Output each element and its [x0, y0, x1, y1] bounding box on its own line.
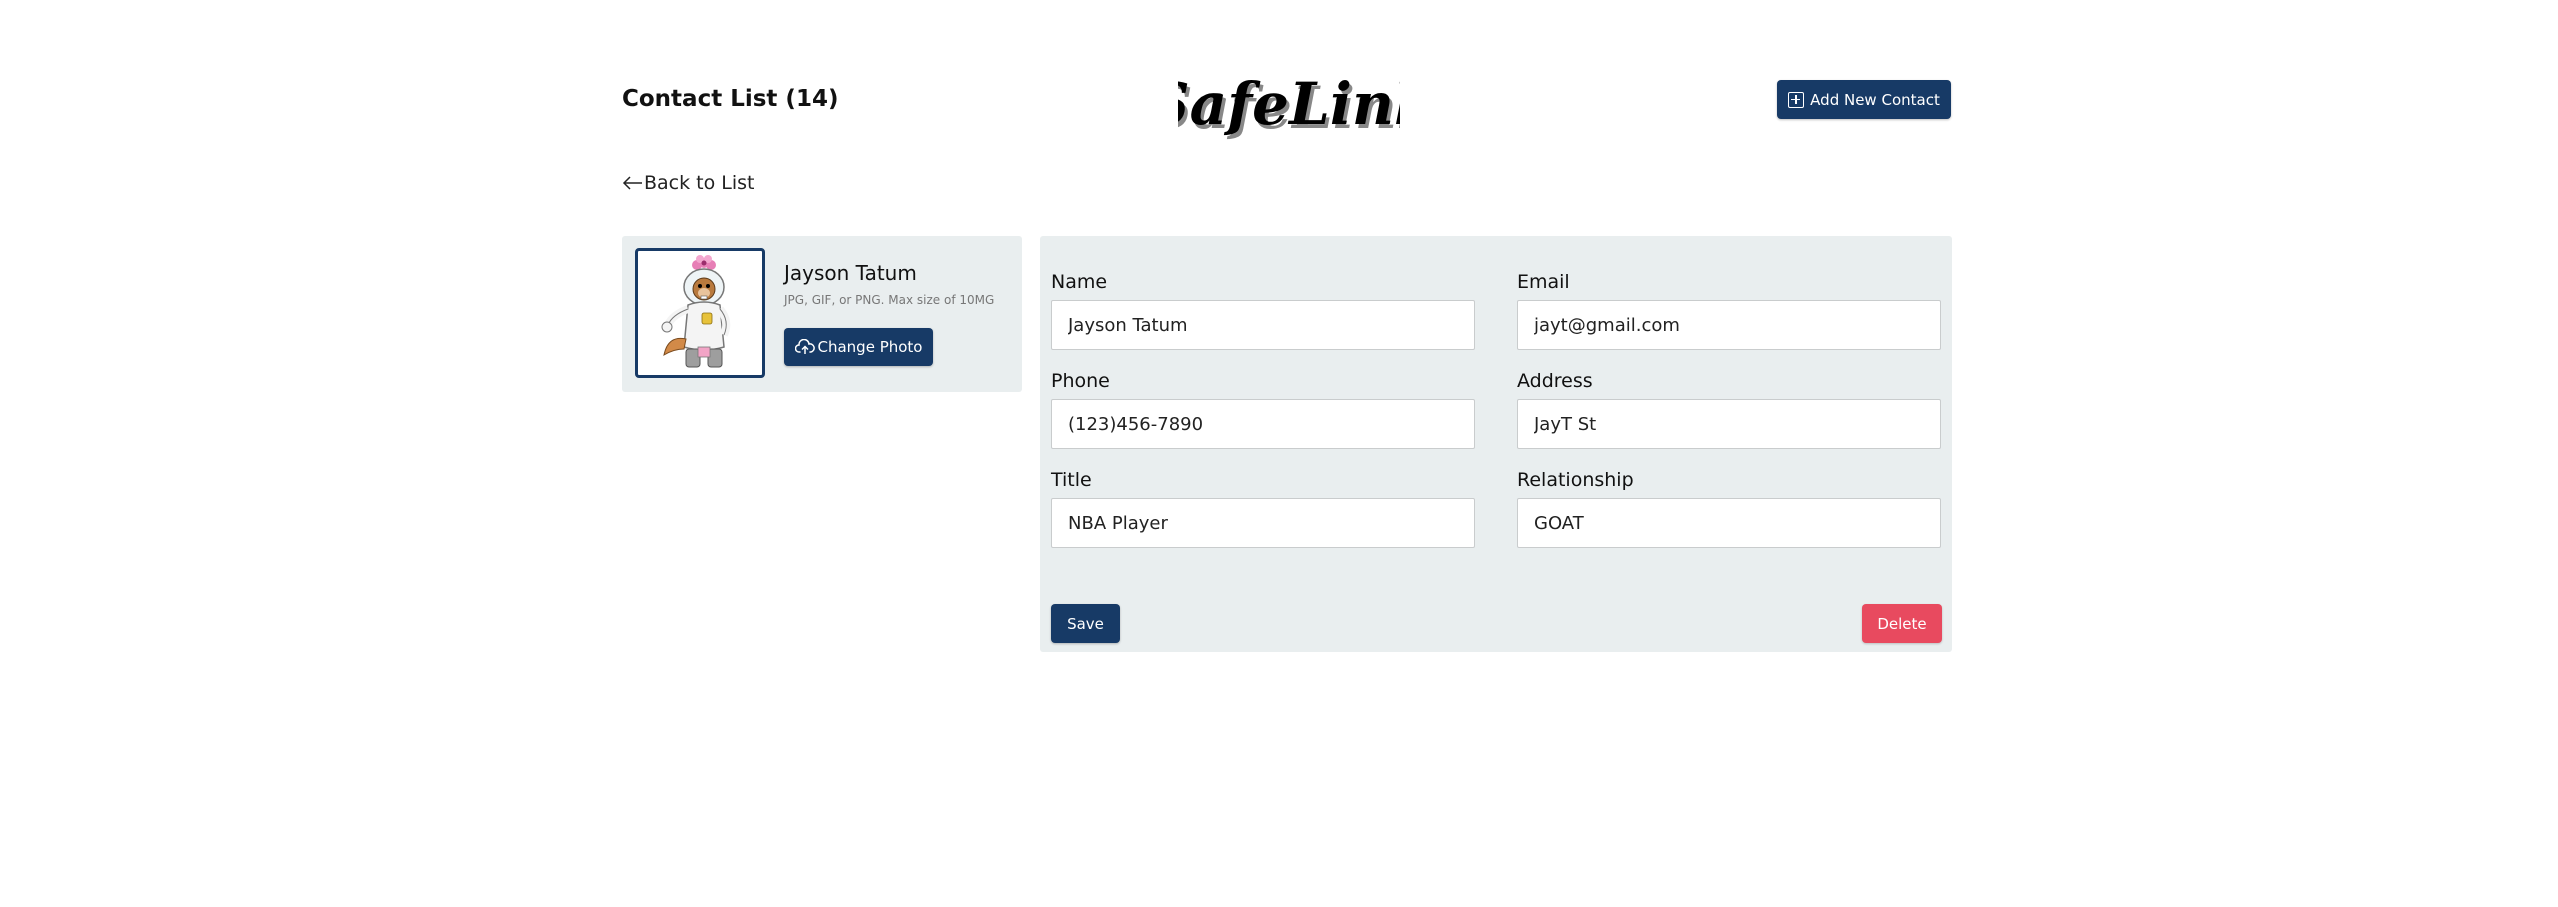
- change-photo-label: Change Photo: [817, 338, 923, 356]
- avatar-illustration: [661, 255, 731, 368]
- arrow-left-icon: [622, 176, 642, 190]
- photo-format-hint: JPG, GIF, or PNG. Max size of 10MG: [784, 293, 995, 307]
- contact-form: Name Email Phone Address Title Relations…: [1040, 236, 1952, 652]
- name-label: Name: [1051, 271, 1108, 293]
- email-label: Email: [1517, 271, 1570, 293]
- address-label: Address: [1517, 370, 1593, 392]
- title-label: Title: [1051, 469, 1092, 491]
- profile-name: Jayson Tatum: [784, 261, 917, 285]
- add-new-contact-button[interactable]: Add New Contact: [1777, 80, 1951, 119]
- phone-label: Phone: [1051, 370, 1110, 392]
- delete-button[interactable]: Delete: [1862, 604, 1942, 643]
- email-field[interactable]: [1517, 300, 1941, 350]
- back-to-list-link[interactable]: Back to List: [622, 170, 755, 196]
- phone-field[interactable]: [1051, 399, 1475, 449]
- profile-card: Jayson Tatum JPG, GIF, or PNG. Max size …: [622, 236, 1022, 392]
- avatar[interactable]: [635, 248, 765, 378]
- back-to-list-label: Back to List: [644, 172, 755, 194]
- add-new-contact-label: Add New Contact: [1810, 90, 1940, 109]
- page-title: Contact List (14): [622, 86, 839, 112]
- contact-edit-page: Contact List (14) SafeLink SafeLink Add …: [0, 0, 2558, 907]
- save-button[interactable]: Save: [1051, 604, 1120, 643]
- name-field[interactable]: [1051, 300, 1475, 350]
- plus-square-icon: [1788, 91, 1805, 108]
- relationship-field[interactable]: [1517, 498, 1941, 548]
- address-field[interactable]: [1517, 399, 1941, 449]
- change-photo-button[interactable]: Change Photo: [784, 328, 933, 366]
- relationship-label: Relationship: [1517, 469, 1634, 491]
- logo-text: SafeLink: [1178, 70, 1400, 138]
- safelink-logo: SafeLink SafeLink: [1178, 66, 1400, 144]
- cloud-upload-icon: [794, 339, 815, 354]
- title-field[interactable]: [1051, 498, 1475, 548]
